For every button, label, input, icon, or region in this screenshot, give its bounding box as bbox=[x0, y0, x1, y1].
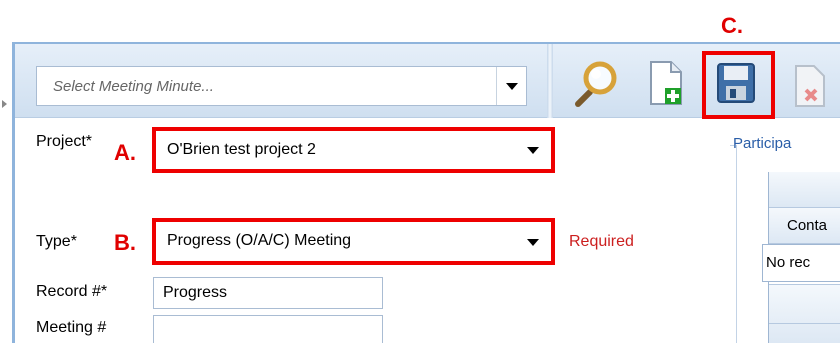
annotation-label-b: B. bbox=[114, 230, 136, 255]
chevron-down-icon bbox=[527, 238, 539, 246]
meeting-select-dropdown-button[interactable] bbox=[496, 67, 526, 105]
grid-empty-row: No rec bbox=[762, 244, 840, 282]
magnifier-icon bbox=[575, 61, 617, 107]
type-combobox[interactable]: Progress (O/A/C) Meeting bbox=[152, 218, 555, 265]
collapse-arrow-icon[interactable] bbox=[2, 100, 7, 108]
grid-toolbar bbox=[769, 172, 840, 208]
left-gutter bbox=[0, 42, 12, 343]
grid-footer-divider bbox=[769, 323, 840, 324]
search-button[interactable] bbox=[572, 58, 622, 108]
participants-fieldset-border-left bbox=[736, 145, 737, 343]
type-label: Type* bbox=[36, 233, 77, 250]
annotation-highlight-save bbox=[702, 51, 775, 119]
meeting-minute-select[interactable]: Select Meeting Minute... bbox=[36, 66, 527, 106]
project-combobox[interactable]: O'Brien test project 2 bbox=[152, 127, 555, 173]
no-records-text: No rec bbox=[766, 254, 811, 271]
new-button[interactable] bbox=[643, 58, 693, 108]
annotation-label-a: A. bbox=[114, 140, 136, 165]
record-number-label: Record #* bbox=[36, 283, 108, 300]
delete-button[interactable] bbox=[780, 58, 830, 108]
participants-legend: Participa bbox=[733, 135, 792, 152]
grid-footer bbox=[769, 284, 840, 343]
contact-column-label: Conta bbox=[787, 217, 828, 234]
grid-column-header[interactable]: Conta bbox=[769, 208, 840, 244]
project-value: O'Brien test project 2 bbox=[167, 141, 316, 158]
chevron-down-icon bbox=[527, 147, 539, 154]
delete-document-icon bbox=[795, 65, 825, 107]
toolbar-separator bbox=[547, 44, 553, 118]
meeting-number-field[interactable] bbox=[153, 315, 383, 343]
record-number-field[interactable]: Progress bbox=[153, 277, 383, 309]
type-required-message: Required bbox=[569, 233, 634, 250]
new-document-icon bbox=[650, 61, 682, 105]
meeting-number-label: Meeting # bbox=[36, 319, 107, 336]
project-label: Project* bbox=[36, 133, 93, 150]
meeting-select-placeholder: Select Meeting Minute... bbox=[53, 78, 214, 95]
type-dropdown-button[interactable] bbox=[519, 222, 551, 261]
type-value: Progress (O/A/C) Meeting bbox=[167, 232, 352, 249]
project-dropdown-button[interactable] bbox=[519, 131, 551, 169]
record-number-value: Progress bbox=[163, 284, 228, 301]
chevron-down-icon bbox=[506, 83, 518, 90]
annotation-label-c: C. bbox=[721, 13, 743, 38]
